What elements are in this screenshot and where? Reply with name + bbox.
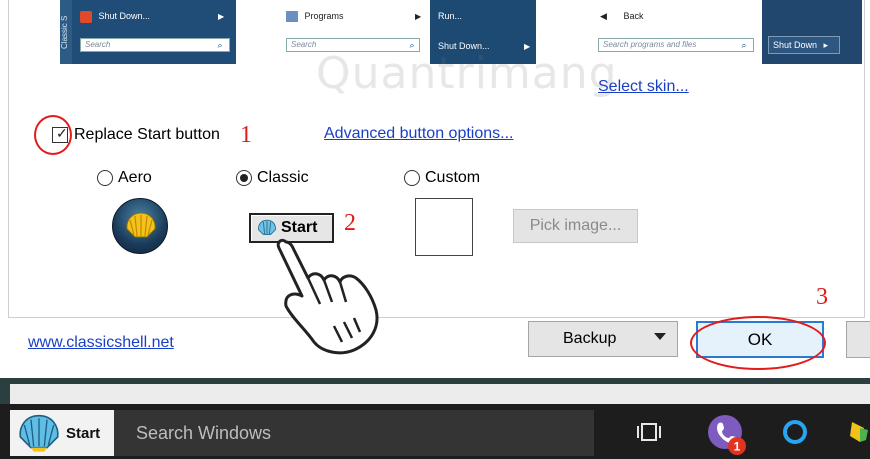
viber-icon[interactable]: 1 <box>705 412 749 456</box>
radio-custom[interactable]: Custom <box>404 169 480 187</box>
power-icon <box>80 10 92 23</box>
preview-search-box: Search programs and files <box>598 38 754 52</box>
pointing-hand-icon <box>276 238 379 355</box>
preview-run-item: Run... <box>438 11 463 21</box>
preview-menu-item: Shut Down... <box>80 6 230 26</box>
annotation-number-3: 3 <box>816 284 828 310</box>
taskbar-start-label: Start <box>66 424 101 442</box>
annotation-number-1: 1 <box>240 122 252 148</box>
shell-icon <box>126 212 156 238</box>
search-icon: ⌕ <box>741 40 747 50</box>
back-arrow-icon: ◀ <box>600 11 607 21</box>
preview-item-label: Back <box>623 11 644 21</box>
shell-icon <box>19 414 59 452</box>
window-frame-strip <box>10 384 870 404</box>
radio-classic[interactable]: Classic <box>236 169 309 187</box>
submenu-arrow-icon: ▶ <box>415 12 422 21</box>
aero-orb-preview <box>112 198 168 254</box>
viber-badge-count: 1 <box>734 440 741 454</box>
window-border-band <box>0 378 870 404</box>
custom-image-box <box>415 198 473 256</box>
radio-custom-label: Custom <box>425 169 481 186</box>
skin-preview-windows7[interactable]: ◀ Back Search programs and files ⌕ Shut … <box>590 0 862 64</box>
radio-selected-dot <box>240 174 248 182</box>
task-view-icon[interactable] <box>637 422 661 442</box>
advanced-button-options-link[interactable]: Advanced button options... <box>324 125 513 143</box>
cortana-icon[interactable] <box>781 418 809 446</box>
preview-back-item: ◀ Back <box>600 6 643 26</box>
preview-item-label: Shut Down... <box>98 11 151 21</box>
dialog-right-border <box>864 0 865 318</box>
backup-button[interactable]: Backup <box>528 321 678 357</box>
watermark: Quantrimang <box>316 48 618 99</box>
search-icon: ⌕ <box>217 40 223 50</box>
settings-dialog: Classic S Shut Down... ▶ Search ⌕ Progra… <box>0 0 870 378</box>
preview-item-label: Programs <box>304 11 344 21</box>
annotation-circle-checkbox <box>34 115 72 155</box>
radio-aero[interactable]: Aero <box>97 169 152 187</box>
select-skin-link[interactable]: Select skin... <box>598 78 689 96</box>
dialog-left-border <box>8 0 9 318</box>
app-icon-partial[interactable] <box>846 418 870 446</box>
annotation-number-2: 2 <box>344 210 356 236</box>
submenu-arrow-icon: ▶ <box>218 12 225 21</box>
taskbar: Start Search Windows 1 <box>0 404 870 459</box>
chevron-down-icon[interactable] <box>654 333 666 340</box>
taskbar-start-button[interactable]: Start <box>10 410 114 456</box>
radio-classic-button[interactable] <box>236 170 252 186</box>
preview-menu-item: Programs <box>286 6 416 26</box>
radio-classic-label: Classic <box>257 169 309 186</box>
backup-label: Backup <box>563 330 617 347</box>
programs-icon <box>286 11 298 23</box>
radio-aero-label: Aero <box>118 169 152 186</box>
pick-image-button[interactable]: Pick image... <box>513 209 638 243</box>
skin-preview-classic[interactable]: Classic S Shut Down... ▶ Search ⌕ <box>60 0 236 64</box>
preview-vertical-label: Classic S <box>60 0 72 64</box>
radio-custom-button[interactable] <box>404 170 420 186</box>
preview-search-box: Search <box>80 38 230 52</box>
radio-aero-button[interactable] <box>97 170 113 186</box>
taskbar-search-box[interactable]: Search Windows <box>114 410 594 456</box>
cancel-button[interactable] <box>846 321 870 358</box>
annotation-circle-ok <box>690 316 826 370</box>
replace-start-row[interactable]: ✓ Replace Start button <box>52 125 220 144</box>
classicshell-website-link[interactable]: www.classicshell.net <box>28 334 174 352</box>
replace-start-label: Replace Start button <box>74 126 220 143</box>
preview-shutdown-button: Shut Down ▸ <box>768 36 840 54</box>
